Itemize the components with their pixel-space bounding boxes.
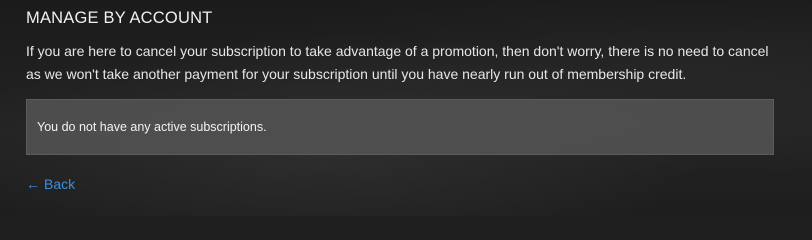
page-description: If you are here to cancel your subscript… [26,43,769,82]
no-subscriptions-message: You do not have any active subscriptions… [37,120,267,134]
left-arrow-icon: ← [26,176,40,192]
subscriptions-panel: You do not have any active subscriptions… [26,99,774,155]
back-link-label: Back [44,176,76,192]
back-link[interactable]: ← Back [26,176,75,192]
manage-account-section: MANAGE BY ACCOUNT If you are here to can… [0,0,812,194]
page-title: MANAGE BY ACCOUNT [26,9,213,27]
